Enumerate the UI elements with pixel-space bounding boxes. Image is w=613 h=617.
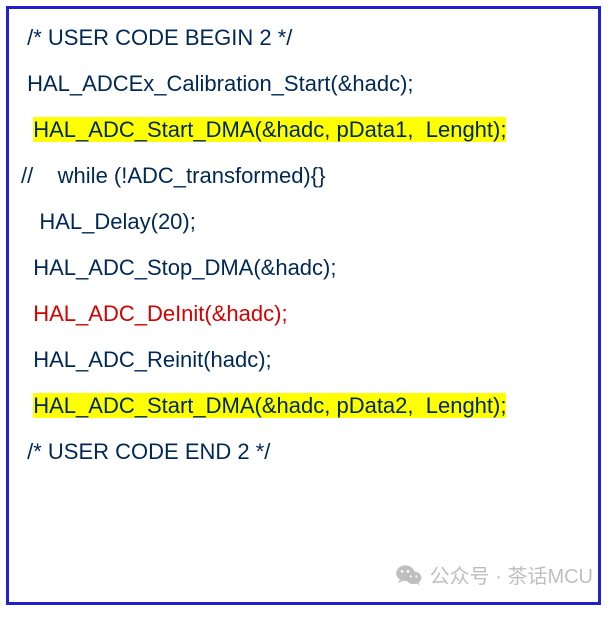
- code-line: HAL_Delay(20);: [21, 211, 598, 233]
- code-text: [21, 393, 33, 418]
- code-text: HAL_ADC_Reinit(hadc);: [33, 347, 271, 372]
- code-text-emphasis: HAL_ADC_DeInit(&hadc);: [33, 301, 287, 326]
- watermark: 公众号 · 茶话MCU: [396, 560, 593, 589]
- code-text: // while (!ADC_transformed){}: [21, 163, 325, 188]
- code-line: HAL_ADC_Stop_DMA(&hadc);: [21, 257, 598, 279]
- code-line: /* USER CODE END 2 */: [21, 441, 598, 463]
- watermark-text: 公众号 · 茶话MCU: [430, 560, 593, 589]
- code-text-highlighted: HAL_ADC_Start_DMA(&hadc, pData2, Lenght)…: [33, 393, 506, 418]
- code-line: HAL_ADCEx_Calibration_Start(&hadc);: [21, 73, 598, 95]
- wechat-icon: [396, 564, 422, 586]
- code-text: HAL_ADC_Stop_DMA(&hadc);: [33, 255, 336, 280]
- code-text: [21, 117, 33, 142]
- code-text: [21, 255, 33, 280]
- code-text: /* USER CODE BEGIN 2 */: [27, 25, 292, 50]
- code-line: /* USER CODE BEGIN 2 */: [21, 27, 598, 49]
- code-text: [21, 347, 33, 372]
- code-line: // while (!ADC_transformed){}: [21, 165, 598, 187]
- code-text: HAL_Delay(20);: [39, 209, 196, 234]
- code-line: HAL_ADC_Start_DMA(&hadc, pData1, Lenght)…: [21, 119, 598, 141]
- code-text: /* USER CODE END 2 */: [27, 439, 270, 464]
- code-text-highlighted: HAL_ADC_Start_DMA(&hadc, pData1, Lenght)…: [33, 117, 506, 142]
- code-line: HAL_ADC_DeInit(&hadc);: [21, 303, 598, 325]
- code-line: HAL_ADC_Start_DMA(&hadc, pData2, Lenght)…: [21, 395, 598, 417]
- code-text: [21, 209, 39, 234]
- code-box: /* USER CODE BEGIN 2 */ HAL_ADCEx_Calibr…: [6, 6, 601, 605]
- code-line: HAL_ADC_Reinit(hadc);: [21, 349, 598, 371]
- code-text: HAL_ADCEx_Calibration_Start(&hadc);: [27, 71, 413, 96]
- code-text: [21, 301, 33, 326]
